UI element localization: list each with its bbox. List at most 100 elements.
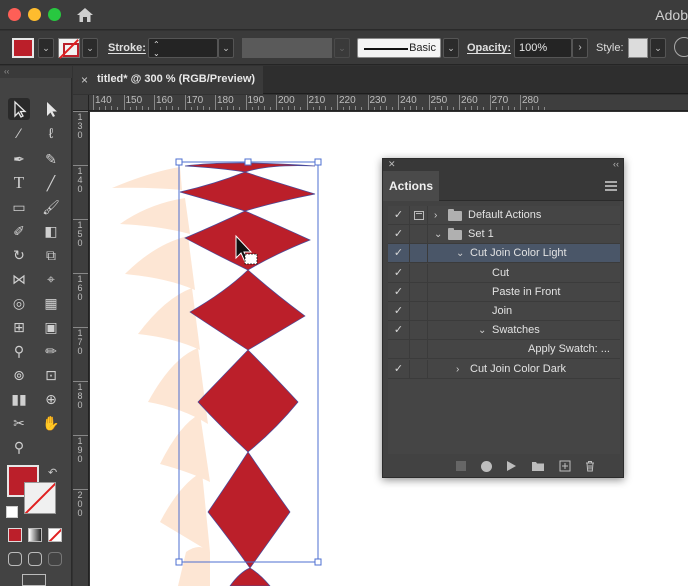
rectangle-tool-icon[interactable]: ▭: [8, 196, 30, 218]
fill-color-swatch[interactable]: [12, 38, 34, 58]
toggle-dialog-cell[interactable]: [410, 282, 428, 302]
screen-mode-icon[interactable]: [22, 574, 46, 586]
vertical-ruler[interactable]: 130 140 150 160 170 180 190 200: [73, 111, 89, 586]
chevron-down-icon[interactable]: ⌄: [434, 225, 442, 244]
panel-menu-icon[interactable]: [605, 181, 617, 191]
toggle-dialog-cell[interactable]: [410, 302, 428, 321]
toggle-item-checkbox[interactable]: ✓: [388, 302, 410, 321]
gradient-mode-icon[interactable]: [28, 528, 42, 542]
default-colors-icon[interactable]: [6, 506, 18, 518]
opacity-slider-button[interactable]: ›: [572, 38, 588, 58]
toggle-item-checkbox[interactable]: ✓: [388, 359, 410, 379]
brush-dropdown[interactable]: ⌄: [443, 38, 459, 58]
toggle-item-checkbox[interactable]: ✓: [388, 263, 410, 283]
panel-close-icon[interactable]: ✕: [388, 159, 396, 170]
fill-dropdown-button[interactable]: ⌄: [38, 38, 54, 58]
chevron-right-icon[interactable]: ›: [456, 360, 459, 379]
action-row[interactable]: ✓ Cut: [388, 263, 620, 283]
toggle-dialog-cell[interactable]: [410, 321, 428, 341]
direct-selection-tool-icon[interactable]: [40, 98, 62, 120]
action-row[interactable]: ✓ ⌄ Cut Join Color Light: [388, 244, 620, 264]
draw-behind-icon[interactable]: [28, 552, 42, 566]
document-tab[interactable]: × titled* @ 300 % (RGB/Preview): [73, 66, 263, 94]
record-button[interactable]: [481, 461, 492, 472]
hand-tool-icon[interactable]: ✋: [40, 412, 62, 434]
symbol-sprayer-tool-icon[interactable]: ⊡: [40, 364, 62, 386]
chevron-down-icon[interactable]: ⌄: [478, 321, 486, 340]
chevron-right-icon[interactable]: ›: [434, 206, 437, 225]
toggle-item-checkbox[interactable]: ✓: [388, 225, 410, 245]
blend-tool-icon[interactable]: ⊚: [8, 364, 30, 386]
swap-fill-stroke-icon[interactable]: ↶: [48, 466, 57, 479]
stroke-color-box[interactable]: [24, 482, 56, 514]
line-segment-tool-icon[interactable]: ╱: [40, 172, 62, 194]
stop-recording-button[interactable]: [456, 461, 466, 471]
eyedropper-tool-icon[interactable]: ⚲: [8, 340, 30, 362]
color-mode-icon[interactable]: [8, 528, 22, 542]
gradient-tool-icon[interactable]: ▣: [40, 316, 62, 338]
action-row[interactable]: ✓ ⌄ Swatches: [388, 321, 620, 341]
stroke-label[interactable]: Stroke:: [108, 42, 146, 54]
stroke-weight-stepper-icon[interactable]: ⌃ ⌄: [153, 40, 160, 58]
stroke-weight-dropdown[interactable]: ⌄: [218, 38, 234, 58]
toggle-dialog-cell[interactable]: [410, 263, 428, 283]
toggle-dialog-cell[interactable]: [410, 206, 428, 225]
action-row[interactable]: ✓ Join: [388, 302, 620, 321]
stroke-dropdown-button[interactable]: ⌄: [82, 38, 98, 58]
chevron-down-icon[interactable]: ⌄: [456, 244, 464, 263]
play-icon[interactable]: [505, 460, 517, 472]
toggle-dialog-cell[interactable]: [410, 340, 428, 360]
selection-tool-icon[interactable]: [8, 98, 30, 120]
profile-dropdown[interactable]: ⌄: [334, 38, 350, 58]
lasso-tool-icon[interactable]: ℓ: [40, 122, 62, 144]
pen-tool-icon[interactable]: ✒: [8, 148, 30, 170]
horizontal-ruler[interactable]: 140 150 160 170 180 190 200 210 220 230 240 250 260 2…: [89, 95, 688, 111]
ruler-origin[interactable]: [73, 95, 89, 111]
graphic-style-swatch[interactable]: [628, 38, 648, 58]
eraser-tool-icon[interactable]: ◧: [40, 220, 62, 242]
trash-icon[interactable]: [584, 460, 596, 472]
perspective-grid-tool-icon[interactable]: ▦: [40, 292, 62, 314]
window-maximize-button[interactable]: [48, 8, 61, 21]
toggle-item-checkbox[interactable]: ✓: [388, 244, 410, 264]
action-row[interactable]: ✓ › Cut Join Color Dark: [388, 359, 620, 379]
toggle-item-checkbox[interactable]: ✓: [388, 321, 410, 341]
magic-wand-tool-icon[interactable]: ⁄: [8, 122, 30, 144]
action-row[interactable]: ✓ › Default Actions: [388, 206, 620, 225]
slice-tool-icon[interactable]: ✂: [8, 412, 30, 434]
action-row[interactable]: ✓ Paste in Front: [388, 282, 620, 302]
mesh-tool-icon[interactable]: ⊞: [8, 316, 30, 338]
panel-collapse-icon[interactable]: ‹‹: [613, 159, 619, 169]
window-minimize-button[interactable]: [28, 8, 41, 21]
artboard-tool-icon[interactable]: ⊕: [40, 388, 62, 410]
toggle-dialog-cell[interactable]: [410, 244, 428, 264]
curvature-tool-icon[interactable]: ✎: [40, 148, 62, 170]
paintbrush-tool-icon[interactable]: 🖌: [40, 196, 62, 218]
opacity-label[interactable]: Opacity:: [467, 42, 511, 54]
shaper-tool-icon[interactable]: ✐: [8, 220, 30, 242]
recolor-icon[interactable]: [674, 37, 688, 57]
none-mode-icon[interactable]: [48, 528, 62, 542]
toggle-item-checkbox[interactable]: [388, 340, 410, 360]
new-action-icon[interactable]: [559, 460, 571, 472]
free-transform-tool-icon[interactable]: ⌖: [40, 268, 62, 290]
opacity-input[interactable]: 100%: [514, 38, 572, 58]
measure-tool-icon[interactable]: ✏: [40, 340, 62, 362]
type-tool-icon[interactable]: T: [8, 172, 30, 194]
toolbar-collapse[interactable]: ‹‹: [0, 66, 72, 78]
toggle-item-checkbox[interactable]: ✓: [388, 282, 410, 302]
tab-actions[interactable]: Actions: [383, 171, 439, 201]
draw-inside-icon[interactable]: [48, 552, 62, 566]
scale-tool-icon[interactable]: ⧉: [40, 244, 62, 266]
stroke-weight-field[interactable]: ⌃ ⌄: [148, 38, 218, 58]
rotate-tool-icon[interactable]: ↻: [8, 244, 30, 266]
width-tool-icon[interactable]: ⋈: [8, 268, 30, 290]
style-dropdown[interactable]: ⌄: [650, 38, 666, 58]
action-row[interactable]: Apply Swatch: ...: [388, 340, 620, 360]
brush-definition-select[interactable]: Basic: [357, 38, 441, 58]
variable-width-profile[interactable]: [242, 38, 332, 58]
zoom-tool-icon[interactable]: ⚲: [8, 436, 30, 458]
draw-normal-icon[interactable]: [8, 552, 22, 566]
window-close-button[interactable]: [8, 8, 21, 21]
panel-header[interactable]: ✕ ‹‹: [383, 159, 623, 171]
